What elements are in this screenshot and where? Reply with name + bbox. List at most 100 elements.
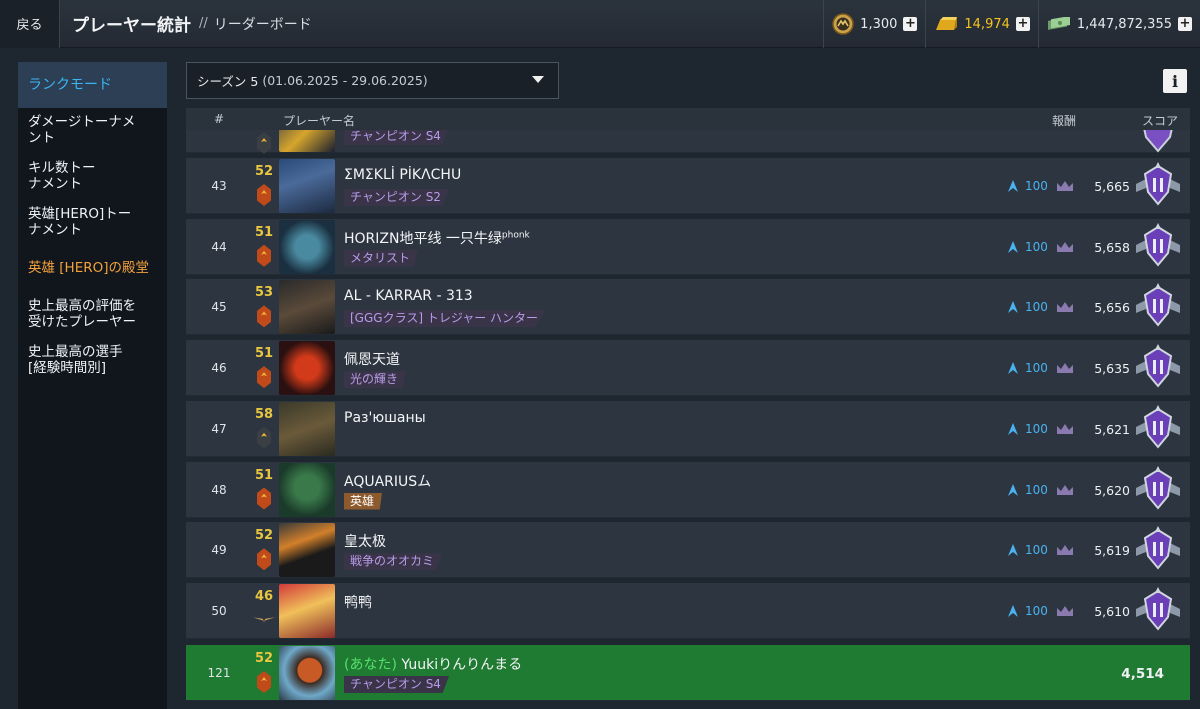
sidebar-item-kills-tournament[interactable]: キル数トーナメント xyxy=(18,160,118,192)
sidebar-item-hero-tournament[interactable]: 英雄[HERO]トーナメント xyxy=(18,206,148,238)
rank-number: 50 xyxy=(211,603,227,618)
leaderboard-list: チャンピオン S4 43 52 ΣMΣKLİ PİKΛCHU チャンピオン S2… xyxy=(186,130,1190,709)
table-row[interactable]: 46 51 佩恩天道 光の輝き 100 5,635 xyxy=(186,340,1190,397)
reward-value: 100 xyxy=(1025,603,1048,618)
avatar xyxy=(279,462,335,517)
player-level: 46 xyxy=(254,588,274,604)
avatar xyxy=(279,401,335,456)
sidebar-item-label: ダメージトーナメント xyxy=(28,114,136,146)
sidebar-item-rank-mode[interactable]: ランクモード xyxy=(18,62,167,108)
rank-emblem-icon xyxy=(1136,586,1180,631)
reward: 100 xyxy=(1008,300,1074,314)
top-bar: 戻る プレーヤー統計 // リーダーボード 1,300 + 14,974 + 1… xyxy=(0,0,1200,48)
table-row[interactable]: 45 53 AL - KARRAR - 313 [GGGクラス] トレジャー ハ… xyxy=(186,279,1190,336)
player-score: 5,656 xyxy=(1094,300,1130,316)
table-row[interactable]: 44 51 HORIZN地平线 一只牛绿phonk メタリスト 100 5,65… xyxy=(186,218,1190,275)
player-name: 皇太极 xyxy=(344,531,386,551)
reward: 100 xyxy=(1008,543,1074,557)
player-name-text: ΣMΣKLİ PİKΛCHU xyxy=(344,167,462,183)
avatar xyxy=(279,523,335,578)
season-dates: (01.06.2025 - 29.06.2025) xyxy=(262,73,428,88)
currency-cash-value: 1,447,872,355 xyxy=(1076,16,1172,32)
player-name: ΣMΣKLİ PİKΛCHU xyxy=(344,167,461,183)
sidebar-item-top-players-by-hours[interactable]: 史上最高の選手[経験時間別] xyxy=(18,344,136,376)
rank-arrow-icon xyxy=(1008,544,1018,557)
you-label: (あなた) xyxy=(344,657,397,673)
player-name-text: AL - KARRAR - 313 xyxy=(344,288,473,305)
sidebar-item-label: 英雄[HERO]トーナメント xyxy=(28,206,132,238)
rank-number: 48 xyxy=(211,482,227,497)
table-row[interactable]: 43 52 ΣMΣKLİ PİKΛCHU チャンピオン S2 100 5,665 xyxy=(186,158,1190,214)
rank-number: 121 xyxy=(207,666,231,680)
player-title-tag: 光の輝き xyxy=(344,371,407,389)
player-title-tag: [GGGクラス] トレジャー ハンター xyxy=(344,310,547,328)
reward-value: 100 xyxy=(1025,300,1048,315)
player-name-text: Yuukiりんりんまる xyxy=(401,657,523,673)
column-header-reward: 報酬 xyxy=(1052,114,1077,128)
rank-emblem-icon xyxy=(1136,465,1180,510)
rank-emblem-icon xyxy=(1143,130,1173,153)
table-row[interactable]: 47 58 Раз'юшаны 100 5,621 xyxy=(186,400,1190,457)
currency-medals-value: 1,300 xyxy=(860,16,898,32)
back-button[interactable]: 戻る xyxy=(0,0,60,48)
rank-arrow-icon xyxy=(1008,180,1018,192)
player-name: (あなた) Yuukiりんりんまる xyxy=(344,654,522,674)
rank-number: 44 xyxy=(211,239,227,254)
reward: 100 xyxy=(1008,604,1074,618)
season-dropdown[interactable]: シーズン 5 (01.06.2025 - 29.06.2025) xyxy=(186,62,559,99)
avatar xyxy=(279,646,335,700)
currency-gold: 14,974 + xyxy=(925,0,1038,48)
add-cash-button[interactable]: + xyxy=(1178,17,1192,31)
player-level: 52 xyxy=(254,528,274,544)
player-score: 5,621 xyxy=(1094,421,1130,437)
rank-arrow-icon xyxy=(1008,422,1018,435)
reward: 100 xyxy=(1008,240,1074,254)
player-name-text: 佩恩天道 xyxy=(344,352,400,369)
player-name-text: 皇太极 xyxy=(344,534,386,551)
avatar xyxy=(279,159,335,213)
player-name: AQUARIUSム xyxy=(344,471,431,491)
player-level: 51 xyxy=(254,467,274,483)
player-title-tag: メタリスト xyxy=(344,249,419,267)
rank-emblem-icon xyxy=(1136,344,1180,388)
avatar xyxy=(279,219,335,274)
rank-badge-icon xyxy=(257,184,271,206)
info-icon[interactable]: i xyxy=(1163,69,1187,93)
reward: 100 xyxy=(1008,179,1074,193)
reward: 100 xyxy=(1008,422,1074,436)
rank-number: 43 xyxy=(211,179,227,193)
sidebar-item-hall-of-fame[interactable]: 英雄 [HERO]の殿堂 xyxy=(18,260,167,276)
table-row[interactable]: 48 51 AQUARIUSム 英雄 100 5,620 xyxy=(186,461,1190,518)
chevron-down-icon xyxy=(532,76,544,83)
reward-value: 100 xyxy=(1025,543,1048,558)
player-name-text: HORIZN地平线 一只牛绿 xyxy=(344,230,502,247)
player-name: 鸭鸭 xyxy=(344,592,372,612)
add-medals-button[interactable]: + xyxy=(903,17,918,31)
reward: 100 xyxy=(1008,361,1074,375)
column-header-score: スコア xyxy=(1142,114,1179,128)
table-row[interactable]: チャンピオン S4 xyxy=(186,130,1190,154)
currency-cash: 1,447,872,355 + xyxy=(1037,0,1200,48)
player-name-text: 鸭鸭 xyxy=(344,594,372,611)
sidebar-item-label: 史上最高の評価を受けたプレーヤー xyxy=(28,298,136,330)
my-row[interactable]: 121 52 (あなた) Yuukiりんりんまる チャンピオン S4 4,514 xyxy=(186,645,1190,701)
reward: 100 xyxy=(1008,483,1074,497)
player-level: 52 xyxy=(254,164,274,179)
sidebar-item-label: 史上最高の選手[経験時間別] xyxy=(28,344,123,376)
rank-badge-icon xyxy=(257,366,271,389)
rank-arrow-icon xyxy=(1008,240,1018,253)
rank-badge-icon xyxy=(257,426,271,449)
sidebar: ランクモード ダメージトーナメント キル数トーナメント 英雄[HERO]トーナメ… xyxy=(18,62,167,709)
add-gold-button[interactable]: + xyxy=(1015,17,1030,31)
sidebar-item-label: キル数トーナメント xyxy=(28,160,96,192)
rank-emblem-icon xyxy=(1136,526,1180,570)
sidebar-item-damage-tournament[interactable]: ダメージトーナメント xyxy=(18,114,148,146)
player-name: 佩恩天道 xyxy=(344,349,400,369)
avatar xyxy=(279,341,335,396)
sidebar-item-top-rated-players[interactable]: 史上最高の評価を受けたプレーヤー xyxy=(18,298,146,330)
table-row[interactable]: 49 52 皇太极 戦争のオオカミ 100 5,619 xyxy=(186,522,1190,579)
table-row[interactable]: 50 46 鸭鸭 100 5,610 xyxy=(186,582,1190,639)
player-score: 5,619 xyxy=(1094,543,1130,559)
rank-badge-icon xyxy=(257,548,271,571)
rank-number: 46 xyxy=(211,361,227,376)
